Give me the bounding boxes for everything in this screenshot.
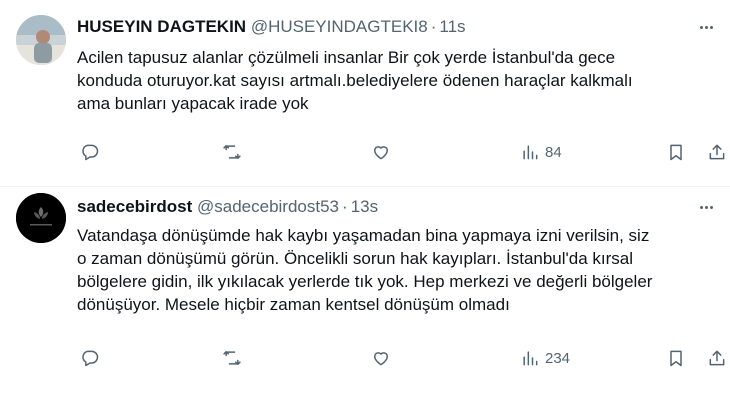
avatar[interactable] <box>16 193 66 243</box>
views-button[interactable]: 84 <box>520 140 562 164</box>
avatar-photo <box>16 15 66 65</box>
tweet[interactable]: sadecebirdost @sadecebirdost53 · 13s Vatan… <box>0 187 730 420</box>
views-count: 84 <box>545 143 562 161</box>
display-name[interactable]: HUSEYIN DAGTEKIN <box>77 17 246 36</box>
views-button[interactable]: 234 <box>520 346 570 370</box>
tweet-actions: 234 <box>0 346 730 370</box>
tweet-text-line: konduda oturuyor.kat sayısı artmalı.bele… <box>77 71 633 90</box>
tweet-text-line: o zaman dönüşümü görün. Öncelikli sorun … <box>77 249 634 268</box>
separator-dot: · <box>342 197 348 216</box>
tweet[interactable]: HUSEYIN DAGTEKIN @HUSEYINDAGTEKI8 · 11s Ac… <box>0 0 730 187</box>
heart-icon <box>374 352 388 366</box>
views-icon <box>523 145 538 160</box>
user-handle[interactable]: @sadecebirdost53 <box>197 197 339 216</box>
share-button[interactable] <box>707 140 727 164</box>
reply-button[interactable] <box>80 346 100 370</box>
bookmark-button[interactable] <box>666 140 686 164</box>
tweet-text: Acilen tapusuz alanlar çözülmeli insanla… <box>77 46 717 115</box>
bookmark-icon <box>670 144 682 161</box>
timestamp[interactable]: 11s <box>439 17 465 36</box>
share-icon <box>709 350 725 366</box>
tweet-header: sadecebirdost @sadecebirdost53 · 13s <box>77 196 378 218</box>
tweet-actions: 84 <box>0 140 730 164</box>
like-button[interactable] <box>371 140 391 164</box>
reply-icon <box>82 350 99 367</box>
user-handle[interactable]: @HUSEYINDAGTEKI8 <box>251 17 428 36</box>
avatar-logo <box>16 193 66 243</box>
heart-icon <box>374 146 388 160</box>
reply-button[interactable] <box>80 140 100 164</box>
bookmark-icon <box>670 350 682 367</box>
views-count: 234 <box>545 349 571 367</box>
tweet-text-line: Vatandaşa dönüşümde hak kaybı yaşamadan … <box>77 226 650 245</box>
like-button[interactable] <box>371 346 391 370</box>
tweet-text-line: Acilen tapusuz alanlar çözülmeli insanla… <box>77 48 616 67</box>
tweet-text-line: bölgelere gidin, ilk yıkılacak yerlerde … <box>77 272 653 291</box>
more-options-icon[interactable] <box>694 16 718 38</box>
timestamp[interactable]: 13s <box>351 197 378 216</box>
retweet-button[interactable] <box>222 140 242 164</box>
retweet-icon <box>223 351 241 365</box>
bookmark-button[interactable] <box>666 346 686 370</box>
tweet-header: HUSEYIN DAGTEKIN @HUSEYINDAGTEKI8 · 11s <box>77 16 466 38</box>
reply-icon <box>82 144 99 161</box>
more-options-icon[interactable] <box>694 196 718 218</box>
retweet-icon <box>223 145 241 159</box>
display-name[interactable]: sadecebirdost <box>77 197 192 216</box>
tweet-text-line: dönüşüyor. Mesele hiçbir zaman kentsel d… <box>77 295 510 314</box>
avatar[interactable] <box>16 15 66 65</box>
separator-dot: · <box>430 17 437 36</box>
share-button[interactable] <box>707 346 727 370</box>
tweet-text-line: ama bunları yapacak irade yok <box>77 94 309 113</box>
retweet-button[interactable] <box>222 346 242 370</box>
tweet-text: Vatandaşa dönüşümde hak kaybı yaşamadan … <box>77 224 717 316</box>
share-icon <box>709 144 725 160</box>
views-icon <box>523 351 538 366</box>
